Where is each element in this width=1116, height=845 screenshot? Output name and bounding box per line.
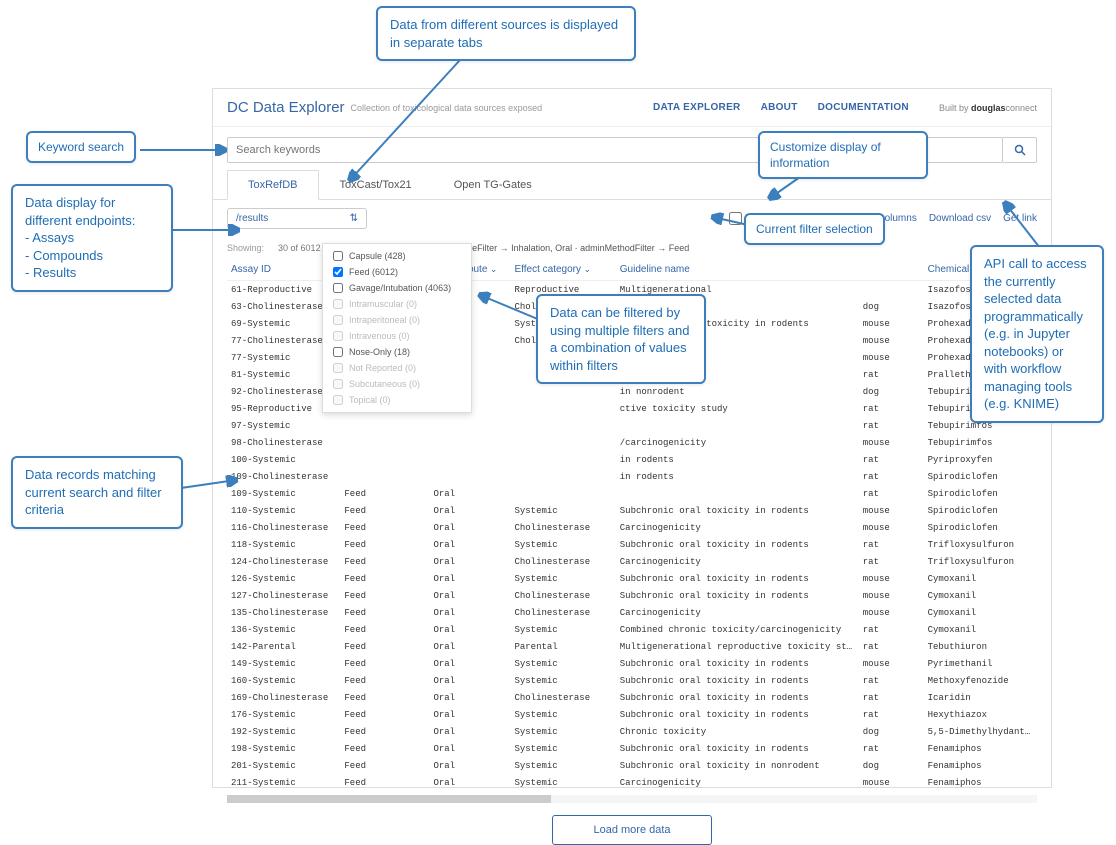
header: DC Data Explorer Collection of toxicolog… (213, 89, 1051, 127)
filter-checkbox[interactable] (333, 283, 343, 293)
search-icon (1014, 144, 1026, 156)
table-row[interactable]: 109-SystemicFeedOralratSpirodiclofen (227, 485, 1037, 502)
col-effect-category[interactable]: Effect category (510, 259, 615, 281)
admin-method-filter-dropdown[interactable]: Capsule (428)Feed (6012)Gavage/Intubatio… (322, 243, 472, 413)
table-row[interactable]: 110-SystemicFeedOralSystemicSubchronic o… (227, 502, 1037, 519)
col-blank (859, 259, 924, 281)
table-row[interactable]: 149-SystemicFeedOralSystemicSubchronic o… (227, 655, 1037, 672)
callout-filters: Data can be filtered by using multiple f… (536, 294, 706, 384)
filter-checkbox[interactable] (333, 347, 343, 357)
filter-option: Intraperitoneal (0) (323, 312, 471, 328)
load-more-button[interactable]: Load more data (552, 815, 711, 845)
filter-option: Not Reported (0) (323, 360, 471, 376)
callout-api: API call to access the currently selecte… (970, 245, 1104, 423)
table-row[interactable]: 176-SystemicFeedOralSystemicSubchronic o… (227, 706, 1037, 723)
table-row[interactable]: 116-CholinesteraseFeedOralCholinesterase… (227, 519, 1037, 536)
tab-toxrefdb[interactable]: ToxRefDB (227, 170, 319, 200)
callout-records: Data records matching current search and… (11, 456, 183, 529)
filter-option[interactable]: Gavage/Intubation (4063) (323, 280, 471, 296)
table-row[interactable]: 160-SystemicFeedOralSystemicSubchronic o… (227, 672, 1037, 689)
filter-checkbox (333, 379, 343, 389)
filter-checkbox (333, 331, 343, 341)
table-row[interactable]: 135-CholinesteraseFeedOralCholinesterase… (227, 604, 1037, 621)
filter-checkbox (333, 395, 343, 405)
nav-data-explorer[interactable]: DATA EXPLORER (653, 102, 741, 113)
toolbar: /results ⇅ Round values Select visible c… (213, 200, 1051, 237)
nav-documentation[interactable]: DOCUMENTATION (818, 102, 909, 113)
table-row[interactable]: 201-SystemicFeedOralSystemicSubchronic o… (227, 757, 1037, 774)
table-row[interactable]: 98-Cholinesterase/carcinogenicitymouseTe… (227, 434, 1037, 451)
filter-option[interactable]: Feed (6012) (323, 264, 471, 280)
callout-endpoints: Data display for different endpoints: - … (11, 184, 173, 292)
nav-about[interactable]: ABOUT (761, 102, 798, 113)
filter-checkbox[interactable] (333, 267, 343, 277)
filter-option[interactable]: Nose-Only (18) (323, 344, 471, 360)
filter-option[interactable]: Capsule (428) (323, 248, 471, 264)
filter-option: Topical (0) (323, 392, 471, 408)
table-row[interactable]: 142-ParentalFeedOralParentalMultigenerat… (227, 638, 1037, 655)
table-row[interactable]: 192-SystemicFeedOralSystemicChronic toxi… (227, 723, 1037, 740)
col-guideline-name: Guideline name (616, 259, 859, 281)
table-row[interactable]: 136-SystemicFeedOralSystemicCombined chr… (227, 621, 1037, 638)
table-row[interactable]: 126-SystemicFeedOralSystemicSubchronic o… (227, 570, 1037, 587)
table-row[interactable]: 97-SystemicratTebupirimfos (227, 417, 1037, 434)
table-row[interactable]: 100-Systemicin rodentsratPyriproxyfen (227, 451, 1037, 468)
app-logo: DC Data Explorer (227, 99, 345, 116)
filter-checkbox (333, 299, 343, 309)
filter-checkbox (333, 363, 343, 373)
callout-filtersel: Current filter selection (744, 213, 885, 245)
table-row[interactable]: 211-SystemicFeedOralSystemicCarcinogenic… (227, 774, 1037, 791)
callout-customize: Customize display of information (758, 131, 928, 179)
callout-tabs: Data from different sources is displayed… (376, 6, 636, 61)
app-window: DC Data Explorer Collection of toxicolog… (212, 88, 1052, 788)
filter-checkbox[interactable] (333, 251, 343, 261)
table-row[interactable]: 109-Cholinesterasein rodentsratSpirodicl… (227, 468, 1037, 485)
callout-search: Keyword search (26, 131, 136, 163)
filter-option: Intramuscular (0) (323, 296, 471, 312)
table-row[interactable]: 169-CholinesteraseFeedOralCholinesterase… (227, 689, 1037, 706)
filter-checkbox (333, 315, 343, 325)
search-button[interactable] (1003, 137, 1037, 163)
filter-option: Subcutaneous (0) (323, 376, 471, 392)
filter-option: Intravenous (0) (323, 328, 471, 344)
chevron-updown-icon: ⇅ (350, 213, 358, 224)
table-row[interactable]: 118-SystemicFeedOralSystemicSubchronic o… (227, 536, 1037, 553)
table-row[interactable]: 124-CholinesteraseFeedOralCholinesterase… (227, 553, 1037, 570)
download-csv-link[interactable]: Download csv (929, 213, 991, 224)
built-by: Built by douglasconnect (939, 103, 1037, 113)
table-row[interactable]: 127-CholinesteraseFeedOralCholinesterase… (227, 587, 1037, 604)
table-row[interactable]: 198-SystemicFeedOralSystemicSubchronic o… (227, 740, 1037, 757)
